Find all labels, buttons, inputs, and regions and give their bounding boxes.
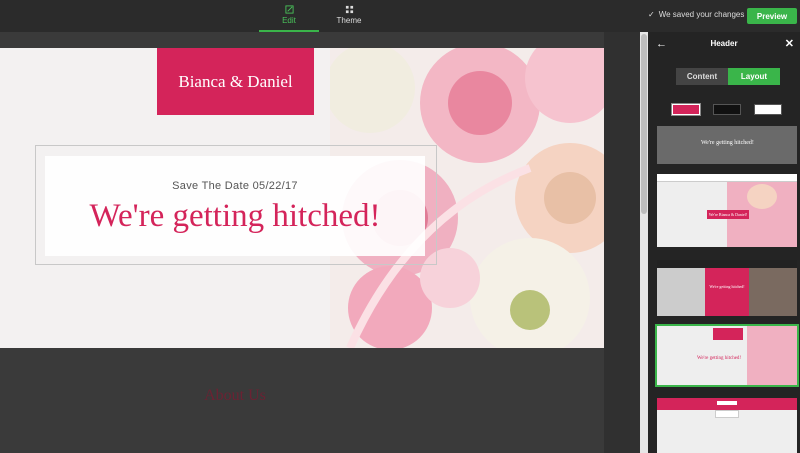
panel-title: Header xyxy=(710,39,738,48)
tab-edit-label: Edit xyxy=(282,16,296,25)
scrollbar[interactable] xyxy=(640,32,648,453)
tab-layout[interactable]: Layout xyxy=(728,68,780,85)
canvas-gutter xyxy=(604,32,640,453)
back-arrow-icon[interactable]: ← xyxy=(656,32,667,56)
top-bar: Edit Theme ✓ We saved your changes Previ… xyxy=(0,0,800,32)
panel-tab-switcher: Content Layout xyxy=(676,68,780,85)
layout-option-text: We're Bianca & Daniel! xyxy=(707,210,749,219)
tab-theme[interactable]: Theme xyxy=(319,3,379,29)
save-status: ✓ We saved your changes xyxy=(648,10,744,19)
date-card[interactable]: Save The Date 05/22/17 We're getting hit… xyxy=(45,156,425,256)
save-the-date-text: Save The Date 05/22/17 xyxy=(172,180,298,192)
swatch-pink[interactable] xyxy=(672,104,700,115)
theme-icon xyxy=(345,5,353,14)
save-status-text: We saved your changes xyxy=(658,10,745,19)
layout-option-text: We're getting hitched! xyxy=(697,356,742,361)
layout-option-1[interactable]: We're getting hitched! xyxy=(657,126,797,164)
header-section[interactable]: Bianca & Daniel Save The Date 05/22/17 W… xyxy=(0,48,604,348)
tab-edit[interactable]: Edit xyxy=(259,3,319,32)
close-icon[interactable]: ✕ xyxy=(785,32,794,56)
panel-header: ← Header ✕ xyxy=(648,32,800,56)
layout-option-5[interactable] xyxy=(657,398,797,453)
headline: We're getting hitched! xyxy=(89,198,381,234)
check-icon: ✓ xyxy=(648,10,655,19)
about-us-title: About Us xyxy=(204,387,266,404)
scroll-thumb[interactable] xyxy=(641,34,647,214)
color-swatches xyxy=(672,104,782,116)
preview-button[interactable]: Preview xyxy=(747,8,797,24)
layout-option-4[interactable]: We're getting hitched! xyxy=(655,324,799,387)
layout-option-text: We're getting hitched! xyxy=(709,284,745,289)
layout-option-text: We're getting hitched! xyxy=(701,140,754,146)
tab-content[interactable]: Content xyxy=(676,68,728,85)
swatch-black[interactable] xyxy=(713,104,741,115)
editor-canvas: Bianca & Daniel Save The Date 05/22/17 W… xyxy=(0,32,604,453)
layout-option-3[interactable]: We're getting hitched! xyxy=(657,260,797,316)
header-panel: ← Header ✕ Content Layout We're getting … xyxy=(648,32,800,453)
tab-theme-label: Theme xyxy=(336,16,362,25)
layout-option-2[interactable]: We're Bianca & Daniel! xyxy=(657,174,797,247)
edit-icon xyxy=(284,5,294,14)
swatch-white[interactable] xyxy=(754,104,782,115)
brand-banner[interactable]: Bianca & Daniel xyxy=(157,48,314,115)
